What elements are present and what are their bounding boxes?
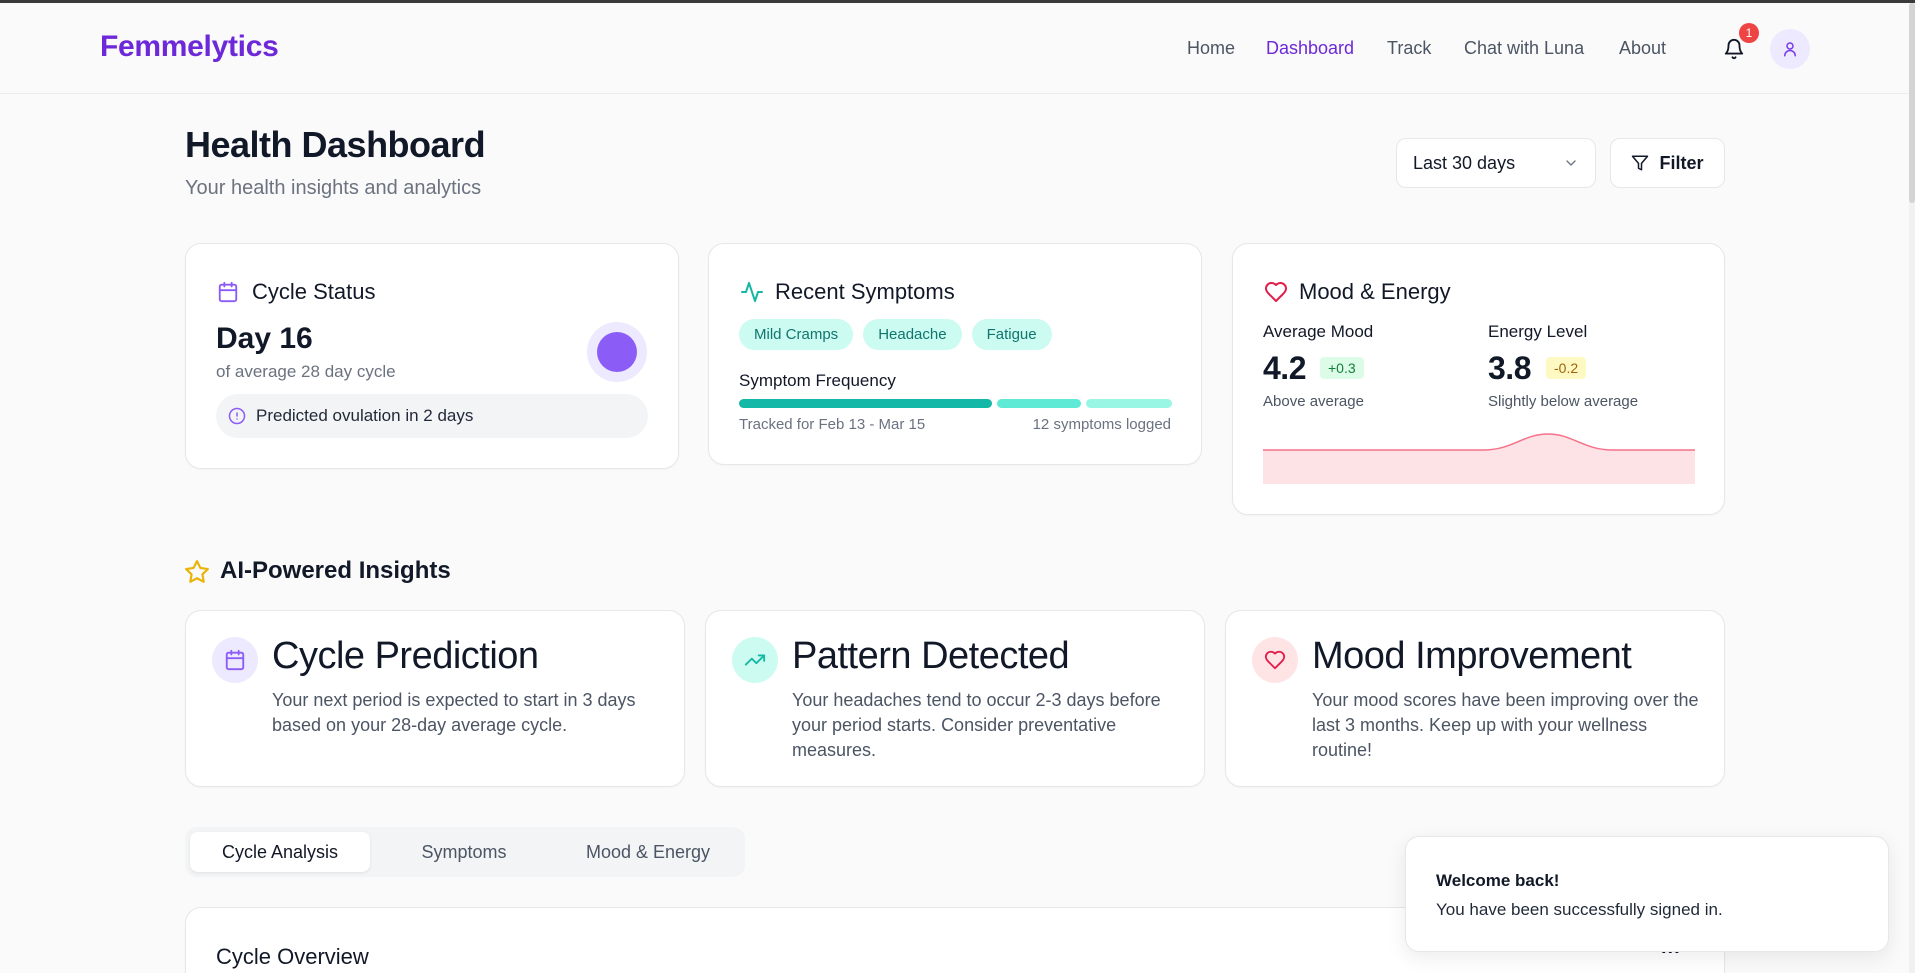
insight-title: Cycle Prediction: [272, 635, 539, 677]
chevron-down-icon: [1566, 160, 1576, 166]
insight-text: Your mood scores have been improving ove…: [1312, 690, 1699, 760]
calendar-icon: [212, 637, 258, 683]
cycle-length-note: of average 28 day cycle: [216, 362, 396, 381]
bell-icon: [1724, 39, 1744, 60]
cycle-overview-title: Cycle Overview: [216, 944, 369, 969]
heart-icon: [1263, 280, 1289, 304]
mood-note: Above average: [1263, 393, 1364, 410]
trending-up-icon: [732, 637, 778, 683]
mood-delta-badge: +0.3: [1320, 357, 1364, 379]
frequency-bar-segment-1: [739, 399, 992, 408]
insight-text: Your next period is expected to start in…: [272, 690, 636, 735]
page-subtitle: Your health insights and analytics: [185, 177, 482, 199]
top-navbar: Femmelytics Home Dashboard Track Chat wi…: [0, 3, 1909, 94]
insight-card: Cycle Prediction Your next period is exp…: [185, 610, 685, 787]
mood-trend-chart: [1263, 433, 1695, 484]
toast-title: Welcome back!: [1436, 871, 1560, 890]
insight-text: Your headaches tend to occur 2-3 days be…: [792, 690, 1161, 760]
symptom-frequency-label: Symptom Frequency: [739, 371, 896, 390]
average-mood-value: 4.2: [1263, 350, 1306, 386]
nav-chat-with-luna[interactable]: Chat with Luna: [1464, 38, 1584, 59]
frequency-bar-segment-2: [997, 399, 1081, 408]
user-avatar-button[interactable]: [1770, 29, 1810, 69]
average-mood-label: Average Mood: [1263, 322, 1374, 341]
insight-card: Mood Improvement Your mood scores have b…: [1225, 610, 1725, 787]
ovulation-prediction: Predicted ovulation in 2 days: [216, 394, 648, 438]
user-icon: [1784, 42, 1796, 57]
date-range-select[interactable]: Last 30 days: [1396, 138, 1596, 188]
nav-dashboard[interactable]: Dashboard: [1266, 38, 1354, 59]
page-scrollbar-thumb[interactable]: [1909, 3, 1915, 203]
cycle-phase-indicator: [587, 322, 647, 382]
tab-cycle-analysis[interactable]: Cycle Analysis: [190, 832, 370, 872]
tab-symptoms[interactable]: Symptoms: [373, 832, 555, 872]
info-circle-icon: [228, 407, 246, 425]
ai-insights-title: AI-Powered Insights: [220, 557, 451, 584]
page-title: Health Dashboard: [185, 124, 486, 165]
filter-button-label: Filter: [1659, 152, 1704, 173]
insight-title: Mood Improvement: [1312, 635, 1632, 677]
cycle-day-value: Day 16: [216, 322, 313, 355]
brand-logo[interactable]: Femmelytics: [100, 30, 279, 64]
heart-icon: [1252, 637, 1298, 683]
energy-level-label: Energy Level: [1488, 322, 1588, 341]
insight-card: Pattern Detected Your headaches tend to …: [705, 610, 1205, 787]
mood-energy-card: Mood & Energy Average Mood 4.2 +0.3 Abov…: [1232, 243, 1725, 515]
cycle-status-title: Cycle Status: [252, 279, 376, 304]
tab-mood-energy[interactable]: Mood & Energy: [557, 832, 739, 872]
cycle-status-card: Cycle Status Day 16 of average 28 day cy…: [185, 243, 679, 469]
calendar-icon: [216, 280, 240, 304]
symptoms-logged-count: 12 symptoms logged: [1032, 416, 1171, 433]
nav-track[interactable]: Track: [1387, 38, 1431, 59]
symptom-chip[interactable]: Headache: [863, 319, 962, 350]
mood-energy-title: Mood & Energy: [1299, 279, 1451, 304]
symptom-chip[interactable]: Fatigue: [971, 319, 1052, 350]
cycle-phase-dot: [597, 332, 637, 372]
recent-symptoms-title: Recent Symptoms: [775, 279, 955, 304]
symptom-chip[interactable]: Mild Cramps: [739, 319, 854, 350]
nav-about[interactable]: About: [1619, 38, 1666, 59]
insight-title: Pattern Detected: [792, 635, 1070, 677]
notification-count-badge: 1: [1739, 23, 1759, 43]
welcome-toast[interactable]: Welcome back! You have been successfully…: [1405, 836, 1889, 952]
toast-message: You have been successfully signed in.: [1436, 900, 1723, 919]
analysis-tabs: Cycle Analysis Symptoms Mood & Energy: [185, 827, 745, 877]
nav-home[interactable]: Home: [1187, 38, 1235, 59]
filter-icon: [1632, 155, 1649, 171]
activity-icon: [739, 280, 765, 304]
star-icon: [183, 558, 211, 586]
energy-level-value: 3.8: [1488, 350, 1531, 386]
filter-button[interactable]: Filter: [1610, 138, 1725, 188]
symptom-chips: Mild Cramps Headache Fatigue: [739, 319, 1052, 350]
recent-symptoms-card: Recent Symptoms Mild Cramps Headache Fat…: [708, 243, 1202, 465]
energy-note: Slightly below average: [1488, 393, 1639, 410]
date-range-value: Last 30 days: [1413, 152, 1516, 173]
frequency-bar-segment-3: [1086, 399, 1172, 408]
tracked-range: Tracked for Feb 13 - Mar 15: [739, 416, 926, 433]
energy-delta-badge: -0.2: [1546, 357, 1587, 379]
ovulation-text: Predicted ovulation in 2 days: [256, 406, 474, 425]
